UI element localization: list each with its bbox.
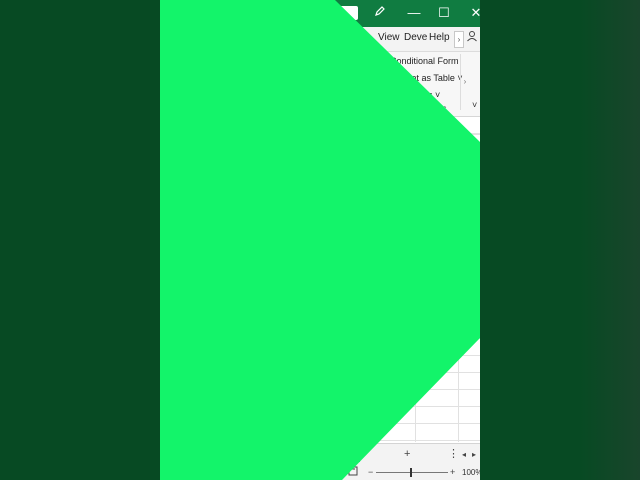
next-sheet-button[interactable]: ▸ [472,447,476,462]
collapse-ribbon-icon[interactable]: ˅ [472,100,477,110]
search-box[interactable] [336,6,358,20]
sheet-tabs-bar: Y + ⋮ ◂ ▸ [160,443,480,466]
title-bar: — ☐ ✕ [160,0,480,27]
format-as-table-button[interactable]: mat as Table ˅ [404,73,463,83]
status-bar: − + 100% [160,465,480,480]
zoom-slider-thumb[interactable] [410,468,412,477]
ribbon-tabs: View Deve Help › [160,27,480,52]
conditional-formatting-button[interactable]: Conditional Form [390,56,459,66]
ribbon-group-label: es [438,104,447,113]
tab-view[interactable]: View [378,32,400,43]
close-button[interactable]: ✕ [466,4,480,22]
zoom-level[interactable]: 100% [462,467,480,479]
maximize-button[interactable]: ☐ [434,4,454,22]
background-shadow [580,0,640,480]
tab-help[interactable]: Help [429,32,450,43]
tabs-scroll-button[interactable]: › [454,31,464,48]
ribbon: Conditional Form mat as Table ˅ s ˅ es ›… [160,52,480,117]
formula-bar[interactable] [160,117,480,134]
prev-sheet-button[interactable]: ◂ [462,447,466,462]
page-layout-icon[interactable] [348,466,358,480]
sheet-menu-button[interactable]: ⋮ [448,447,459,462]
minimize-button[interactable]: — [404,4,424,22]
spreadsheet-grid[interactable] [160,134,480,442]
pen-icon[interactable] [370,4,390,22]
add-sheet-button[interactable]: + [404,447,410,462]
zoom-in-button[interactable]: + [450,466,455,479]
tab-developer[interactable]: Deve [404,32,427,43]
sheet-tab[interactable]: Y [346,447,361,462]
zoom-out-button[interactable]: − [368,466,373,479]
zoom-slider[interactable] [376,472,448,473]
excel-window: — ☐ ✕ View Deve Help › Conditional Form … [160,0,480,480]
share-icon[interactable] [466,30,480,48]
cell-styles-button[interactable]: s ˅ [428,90,440,100]
ribbon-scroll-button[interactable]: › [460,54,469,110]
